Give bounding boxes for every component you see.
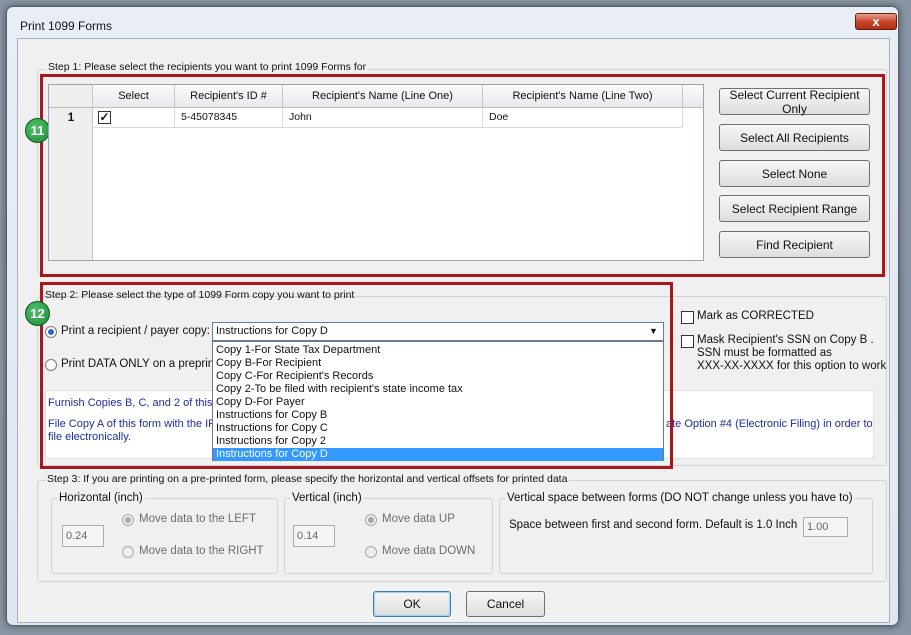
col-header-id[interactable]: Recipient's ID # — [175, 85, 283, 108]
spacing-label: Space between first and second form. Def… — [509, 519, 798, 531]
move-right-label[interactable]: Move data to the RIGHT — [139, 545, 264, 557]
copy-type-dropdown-list[interactable]: Copy 1-For State Tax Department Copy B-F… — [212, 341, 664, 461]
ok-button[interactable]: OK — [373, 591, 451, 617]
move-right-radio[interactable] — [122, 546, 134, 558]
horizontal-offset-input[interactable]: 0.24 — [62, 525, 104, 547]
copy-type-selected-value: Instructions for Copy D — [216, 325, 328, 337]
chevron-down-icon[interactable]: ▼ — [646, 324, 661, 339]
info-line-2b: ate Option #4 (Electronic Filing) in ord… — [666, 418, 873, 430]
print-copy-radio[interactable] — [45, 326, 57, 338]
close-icon: x — [872, 14, 880, 29]
move-down-radio[interactable] — [365, 546, 377, 558]
move-up-radio[interactable] — [365, 514, 377, 526]
move-left-label[interactable]: Move data to the LEFT — [139, 513, 256, 525]
mask-ssn-label-1[interactable]: Mask Recipient's SSN on Copy B . — [697, 334, 874, 346]
col-header-select[interactable]: Select — [93, 85, 175, 108]
grid-corner — [49, 85, 93, 108]
annotation-badge-11: 11 — [25, 118, 50, 143]
select-current-recipient-button[interactable]: Select Current Recipient Only — [719, 88, 870, 116]
table-row-select-cell[interactable]: ✓ — [93, 108, 175, 128]
annotation-badge-12: 12 — [25, 301, 50, 326]
move-up-label[interactable]: Move data UP — [382, 513, 455, 525]
find-recipient-button[interactable]: Find Recipient — [719, 231, 870, 258]
mark-corrected-label[interactable]: Mark as CORRECTED — [697, 310, 814, 322]
col-header-name1[interactable]: Recipient's Name (Line One) — [283, 85, 483, 108]
cancel-button[interactable]: Cancel — [466, 591, 545, 617]
dropdown-option[interactable]: Copy 1-For State Tax Department — [213, 344, 663, 357]
recipient-name2-cell[interactable]: Doe — [483, 108, 683, 128]
move-down-label[interactable]: Move data DOWN — [382, 545, 475, 557]
row-number: 1 — [67, 112, 75, 124]
dropdown-option[interactable]: Copy C-For Recipient's Records — [213, 370, 663, 383]
window-title: Print 1099 Forms — [20, 19, 113, 33]
recipient-name1-cell[interactable]: John — [283, 108, 483, 128]
dropdown-option[interactable]: Copy 2-To be filed with recipient's stat… — [213, 383, 663, 396]
row-header-column — [49, 108, 93, 260]
step3-label: Step 3: If you are printing on a pre-pri… — [45, 473, 570, 485]
dialog-client: Step 1: Please select the recipients you… — [17, 38, 890, 623]
copy-type-select[interactable]: Instructions for Copy D ▼ — [212, 322, 664, 341]
vertical-title: Vertical (inch) — [290, 492, 364, 504]
step2-label: Step 2: Please select the type of 1099 F… — [45, 289, 355, 301]
dropdown-option[interactable]: Instructions for Copy 2 — [213, 435, 663, 448]
spacing-title: Vertical space between forms (DO NOT cha… — [505, 492, 855, 504]
select-all-recipients-button[interactable]: Select All Recipients — [719, 124, 870, 151]
print-data-only-radio[interactable] — [45, 359, 57, 371]
mask-ssn-label-2: SSN must be formatted as — [697, 347, 832, 359]
dropdown-option[interactable]: Copy D-For Payer — [213, 396, 663, 409]
step1-label: Step 1: Please select the recipients you… — [46, 61, 369, 73]
recipient-id-cell[interactable]: 5-45078345 — [175, 108, 283, 128]
recipients-grid[interactable]: Select Recipient's ID # Recipient's Name… — [48, 84, 704, 261]
dropdown-option[interactable]: Instructions for Copy B — [213, 409, 663, 422]
horizontal-title: Horizontal (inch) — [57, 492, 145, 504]
col-header-name2[interactable]: Recipient's Name (Line Two) — [483, 85, 683, 108]
mark-corrected-checkbox[interactable] — [681, 311, 694, 324]
recipient-select-checkbox[interactable]: ✓ — [98, 111, 111, 124]
vertical-offset-input[interactable]: 0.14 — [293, 525, 335, 547]
select-none-button[interactable]: Select None — [719, 160, 870, 187]
mask-ssn-label-3: XXX-XX-XXXX for this option to work — [697, 360, 887, 372]
close-button[interactable]: x — [855, 13, 897, 30]
dropdown-option[interactable]: Instructions for Copy C — [213, 422, 663, 435]
spacing-input[interactable]: 1.00 — [803, 517, 848, 537]
select-recipient-range-button[interactable]: Select Recipient Range — [719, 195, 870, 222]
dropdown-option[interactable]: Copy B-For Recipient — [213, 357, 663, 370]
move-left-radio[interactable] — [122, 514, 134, 526]
print-copy-label[interactable]: Print a recipient / payer copy: — [61, 325, 210, 337]
print-data-only-label[interactable]: Print DATA ONLY on a preprinte — [61, 358, 224, 370]
col-header-filler — [683, 85, 703, 108]
mask-ssn-checkbox[interactable] — [681, 335, 694, 348]
dropdown-option-selected[interactable]: Instructions for Copy D — [213, 448, 663, 461]
dialog-window: Print 1099 Forms x Step 1: Please select… — [6, 6, 899, 626]
